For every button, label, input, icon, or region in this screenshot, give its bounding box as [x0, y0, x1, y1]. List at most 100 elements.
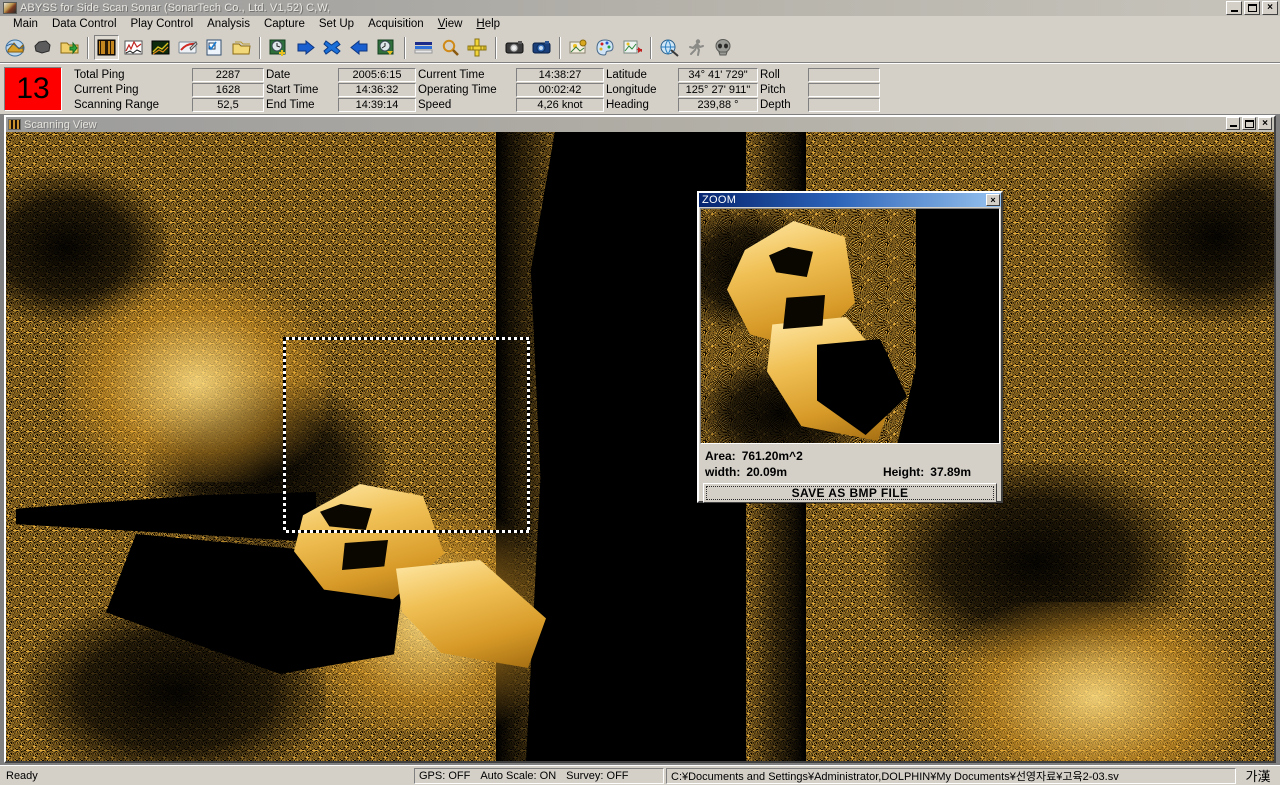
runner-icon: [686, 38, 707, 57]
minimize-icon: [1229, 125, 1237, 127]
zoom-dialog-close-button[interactable]: ×: [986, 194, 1000, 206]
toolbar-separator: [559, 36, 561, 59]
scanning-view-maximize-button[interactable]: [1242, 117, 1256, 130]
toolbar-button-color-palette-bar[interactable]: [411, 35, 436, 60]
telemetry-label-start-time: Start Time: [266, 83, 319, 96]
play-forward-icon: [295, 38, 316, 57]
toolbar-button-waterfall-view[interactable]: [94, 35, 119, 60]
telemetry-value-end-time: 14:39:14: [338, 97, 416, 112]
menu-item-capture[interactable]: Capture: [257, 17, 312, 31]
toolbar-button-stop-x[interactable]: [320, 35, 345, 60]
zoom-selection-marquee[interactable]: [283, 337, 530, 533]
toolbar-separator: [259, 36, 261, 59]
waterfall-strip-icon: [8, 119, 21, 130]
telemetry-panel: 13 Total Ping 2287 Current Ping 1628 Scannin…: [0, 63, 1280, 115]
zoom-width-value: 20.09m: [746, 465, 788, 479]
menu-item-set-up[interactable]: Set Up: [312, 17, 361, 31]
toolbar-button-image-export[interactable]: [620, 35, 645, 60]
toolbar-button-measure-ruler[interactable]: [465, 35, 490, 60]
toolbar-button-open-sonar-file[interactable]: [3, 35, 28, 60]
toolbar-separator: [87, 36, 89, 59]
telemetry-label-roll: Roll: [760, 68, 780, 81]
globe-survey-icon: [659, 38, 680, 57]
menu-mnemonic: V: [437, 18, 446, 30]
menu-item-view[interactable]: View: [431, 17, 470, 31]
toolbar-button-pen-annotate[interactable]: [175, 35, 200, 60]
close-button[interactable]: ×: [1262, 1, 1278, 15]
menu-item-play-control[interactable]: Play Control: [124, 17, 201, 31]
profile-chart-icon: [150, 38, 171, 57]
telemetry-label-total-ping: Total Ping: [74, 68, 125, 81]
stop-x-icon: [322, 38, 343, 57]
menu-item-data-control[interactable]: Data Control: [45, 17, 124, 31]
mdi-client-area: Scanning View × ZOOM × Area: 761.20m^2 w…: [0, 115, 1280, 767]
telemetry-label-current-ping: Current Ping: [74, 83, 139, 96]
toolbar-button-file-stack[interactable]: [229, 35, 254, 60]
open-folder-export-icon: [59, 38, 80, 57]
telemetry-row: Date 2005:6:15: [266, 67, 416, 82]
scanning-view-minimize-button[interactable]: [1226, 117, 1240, 130]
scanning-view-window: Scanning View × ZOOM × Area: 761.20m^2 w…: [4, 115, 1276, 763]
toolbar-button-open-folder-export[interactable]: [57, 35, 82, 60]
telemetry-label-speed: Speed: [418, 98, 452, 111]
toolbar-button-stone-shape[interactable]: [30, 35, 55, 60]
zoom-height-value: 37.89m: [930, 465, 971, 479]
toolbar-button-magnifier-zoom[interactable]: [438, 35, 463, 60]
ime-indicator: 가漢: [1245, 769, 1271, 784]
menu-item-help[interactable]: Help: [469, 17, 507, 31]
toolbar-button-signal-graph[interactable]: [121, 35, 146, 60]
sonar-waterfall-icon: [3, 2, 17, 14]
toolbar-button-profile-chart[interactable]: [148, 35, 173, 60]
application-title: ABYSS for Side Scan Sonar (SonarTech Co.…: [20, 2, 331, 14]
telemetry-value-date: 2005:6:15: [338, 67, 416, 82]
telemetry-value-heading: 239,88 °: [678, 97, 758, 112]
ping-counter-display: 13: [4, 67, 62, 111]
toolbar-button-image-settings[interactable]: [566, 35, 591, 60]
toolbar-button-play-forward[interactable]: [293, 35, 318, 60]
toolbar-button-runner[interactable]: [684, 35, 709, 60]
maximize-button[interactable]: [1244, 1, 1260, 15]
zoom-magnified-image: [700, 208, 1000, 444]
telemetry-row: Roll: [760, 67, 880, 82]
clock-rewind-icon: [376, 38, 397, 57]
zoom-dialog-titlebar[interactable]: ZOOM ×: [699, 193, 1001, 207]
zoom-measurements: Area: 761.20m^2 width: 20.09m Height: 37…: [699, 445, 1001, 482]
telemetry-row: End Time 14:39:14: [266, 97, 416, 112]
telemetry-label-date: Date: [266, 68, 291, 81]
telemetry-label-pitch: Pitch: [760, 83, 786, 96]
menu-item-analysis[interactable]: Analysis: [200, 17, 257, 31]
telemetry-label-depth: Depth: [760, 98, 791, 111]
status-file-path: C:¥Documents and Settings¥Administrator,…: [666, 767, 1236, 784]
scanning-view-close-button[interactable]: ×: [1258, 117, 1272, 130]
save-as-bmp-button[interactable]: SAVE AS BMP FILE: [703, 483, 997, 503]
maximize-icon: [1247, 4, 1257, 12]
toolbar-button-globe-survey[interactable]: [657, 35, 682, 60]
telemetry-value-scanning-range: 52,5: [192, 97, 264, 112]
toolbar-button-clock-rewind[interactable]: [374, 35, 399, 60]
telemetry-row: Current Ping 1628: [74, 82, 264, 97]
toolbar-button-play-reverse[interactable]: [347, 35, 372, 60]
waterfall-view-icon: [96, 38, 117, 57]
toolbar-button-paint-palette[interactable]: [593, 35, 618, 60]
sonar-waterfall-image[interactable]: ZOOM × Area: 761.20m^2 width: 20.09m Hei…: [6, 132, 1274, 761]
menu-item-acquisition[interactable]: Acquisition: [361, 17, 431, 31]
telemetry-value-pitch: [808, 82, 880, 97]
telemetry-value-operating-time: 00:02:42: [516, 82, 604, 97]
window-controls: ×: [1226, 1, 1278, 15]
menu-mnemonic: H: [476, 18, 485, 30]
minimize-button[interactable]: [1226, 1, 1242, 15]
checklist-form-icon: [204, 38, 225, 57]
toolbar-button-camera-blue[interactable]: [529, 35, 554, 60]
telemetry-row: Current Time 14:38:27: [418, 67, 604, 82]
telemetry-row: Depth: [760, 97, 880, 112]
save-as-bmp-label: SAVE AS BMP FILE: [706, 486, 994, 500]
toolbar-button-camera-capture[interactable]: [502, 35, 527, 60]
toolbar-separator: [404, 36, 406, 59]
toolbar-separator: [650, 36, 652, 59]
toolbar-button-skull[interactable]: [711, 35, 736, 60]
toolbar-button-checklist-form[interactable]: [202, 35, 227, 60]
status-auto-scale: Auto Scale: ON: [480, 769, 557, 782]
telemetry-label-operating-time: Operating Time: [418, 83, 497, 96]
menu-item-main[interactable]: Main: [6, 17, 45, 31]
toolbar-button-clock-add[interactable]: [266, 35, 291, 60]
